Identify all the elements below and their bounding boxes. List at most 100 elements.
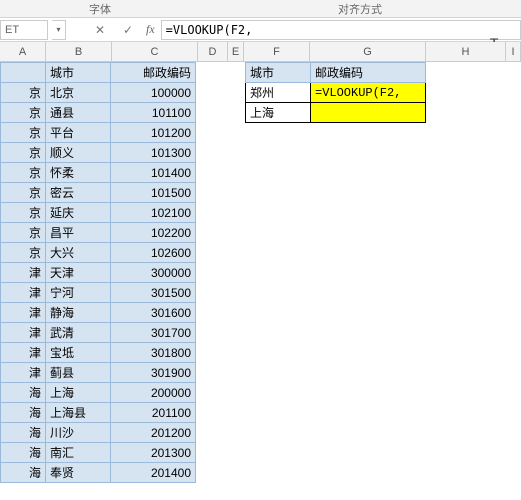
cell-province[interactable]: 京 bbox=[1, 203, 46, 223]
table-row[interactable]: 津宝坻301800 bbox=[1, 343, 196, 363]
lookup-result[interactable]: =VLOOKUP(F2, bbox=[311, 83, 426, 103]
cell-province[interactable]: 津 bbox=[1, 263, 46, 283]
cell-city[interactable]: 延庆 bbox=[46, 203, 111, 223]
cell-province[interactable]: 津 bbox=[1, 303, 46, 323]
table-row[interactable]: 津静海301600 bbox=[1, 303, 196, 323]
cell-city[interactable]: 平台 bbox=[46, 123, 111, 143]
cell-city[interactable]: 北京 bbox=[46, 83, 111, 103]
table-row[interactable]: 京平台101200 bbox=[1, 123, 196, 143]
table-row[interactable]: 海上海县201100 bbox=[1, 403, 196, 423]
cell-province[interactable]: 京 bbox=[1, 163, 46, 183]
cancel-formula-button[interactable]: ✕ bbox=[88, 20, 112, 40]
cell-city[interactable]: 川沙 bbox=[46, 423, 111, 443]
table-row[interactable]: 海奉贤201400 bbox=[1, 463, 196, 483]
table-row[interactable]: 京密云101500 bbox=[1, 183, 196, 203]
col-header-F[interactable]: F bbox=[244, 42, 310, 61]
table-row[interactable]: 京大兴102600 bbox=[1, 243, 196, 263]
cell-postal[interactable]: 101400 bbox=[111, 163, 196, 183]
cell-city[interactable]: 蓟县 bbox=[46, 363, 111, 383]
cell-postal[interactable]: 301700 bbox=[111, 323, 196, 343]
table-row[interactable]: 京北京100000 bbox=[1, 83, 196, 103]
cell-postal[interactable]: 100000 bbox=[111, 83, 196, 103]
cell-province[interactable]: 京 bbox=[1, 83, 46, 103]
cell-postal[interactable]: 201300 bbox=[111, 443, 196, 463]
cell-postal[interactable]: 102200 bbox=[111, 223, 196, 243]
cell-province[interactable]: 京 bbox=[1, 223, 46, 243]
cell-postal[interactable]: 201100 bbox=[111, 403, 196, 423]
lookup-city[interactable]: 郑州 bbox=[246, 83, 311, 103]
table-row[interactable]: 京通县101100 bbox=[1, 103, 196, 123]
cell-province[interactable]: 津 bbox=[1, 323, 46, 343]
cell-postal[interactable]: 101300 bbox=[111, 143, 196, 163]
name-box-dropdown[interactable]: ▾ bbox=[52, 20, 66, 40]
col-header-E[interactable]: E bbox=[228, 42, 244, 61]
name-box[interactable]: ET bbox=[0, 20, 48, 40]
cell-province[interactable]: 津 bbox=[1, 283, 46, 303]
cell-postal[interactable]: 101500 bbox=[111, 183, 196, 203]
cell-postal[interactable]: 102100 bbox=[111, 203, 196, 223]
table-row[interactable]: 津蓟县301900 bbox=[1, 363, 196, 383]
cell-province[interactable]: 海 bbox=[1, 383, 46, 403]
cell-province[interactable]: 京 bbox=[1, 103, 46, 123]
cell-postal[interactable]: 300000 bbox=[111, 263, 196, 283]
cell-city[interactable]: 通县 bbox=[46, 103, 111, 123]
cell-postal[interactable]: 301600 bbox=[111, 303, 196, 323]
table-row[interactable]: 海川沙201200 bbox=[1, 423, 196, 443]
col-header-A[interactable]: A bbox=[0, 42, 46, 61]
lookup-row[interactable]: 上海 bbox=[246, 103, 426, 123]
table-row[interactable]: 京怀柔101400 bbox=[1, 163, 196, 183]
cell-province[interactable]: 海 bbox=[1, 463, 46, 483]
cell-province[interactable]: 京 bbox=[1, 123, 46, 143]
spreadsheet-grid[interactable]: A B C D E F G H I 城市 邮政编码 京北京100000京通县10… bbox=[0, 42, 521, 483]
cell-province[interactable]: 京 bbox=[1, 183, 46, 203]
col-header-G[interactable]: G bbox=[310, 42, 426, 61]
cell-city[interactable]: 宁河 bbox=[46, 283, 111, 303]
table-row[interactable]: 海南汇201300 bbox=[1, 443, 196, 463]
cell-postal[interactable]: 200000 bbox=[111, 383, 196, 403]
table-row[interactable]: 京昌平102200 bbox=[1, 223, 196, 243]
table-row[interactable]: 津武清301700 bbox=[1, 323, 196, 343]
table-row[interactable]: 京延庆102100 bbox=[1, 203, 196, 223]
col-header-C[interactable]: C bbox=[112, 42, 198, 61]
table-row[interactable]: 京顺义101300 bbox=[1, 143, 196, 163]
col-header-H[interactable]: H bbox=[426, 42, 506, 61]
cell-city[interactable]: 昌平 bbox=[46, 223, 111, 243]
formula-input[interactable]: =VLOOKUP(F2, bbox=[161, 20, 521, 40]
cell-postal[interactable]: 101200 bbox=[111, 123, 196, 143]
col-header-I[interactable]: I bbox=[506, 42, 521, 61]
cell-postal[interactable]: 201400 bbox=[111, 463, 196, 483]
cell-province[interactable]: 海 bbox=[1, 403, 46, 423]
fx-label[interactable]: fx bbox=[146, 22, 155, 37]
table-row[interactable]: 海上海200000 bbox=[1, 383, 196, 403]
cell-city[interactable]: 武清 bbox=[46, 323, 111, 343]
lookup-row[interactable]: 郑州=VLOOKUP(F2, bbox=[246, 83, 426, 103]
col-header-D[interactable]: D bbox=[198, 42, 228, 61]
cell-city[interactable]: 静海 bbox=[46, 303, 111, 323]
cell-city[interactable]: 南汇 bbox=[46, 443, 111, 463]
table-row[interactable]: 津天津300000 bbox=[1, 263, 196, 283]
cell-postal[interactable]: 201200 bbox=[111, 423, 196, 443]
col-header-B[interactable]: B bbox=[46, 42, 112, 61]
cell-postal[interactable]: 101100 bbox=[111, 103, 196, 123]
cell-city[interactable]: 怀柔 bbox=[46, 163, 111, 183]
cell-city[interactable]: 上海 bbox=[46, 383, 111, 403]
cell-city[interactable]: 上海县 bbox=[46, 403, 111, 423]
cell-city[interactable]: 天津 bbox=[46, 263, 111, 283]
cell-city[interactable]: 宝坻 bbox=[46, 343, 111, 363]
cell-city[interactable]: 顺义 bbox=[46, 143, 111, 163]
cell-province[interactable]: 京 bbox=[1, 143, 46, 163]
table-row[interactable]: 津宁河301500 bbox=[1, 283, 196, 303]
cell-province[interactable]: 津 bbox=[1, 343, 46, 363]
cell-postal[interactable]: 102600 bbox=[111, 243, 196, 263]
lookup-result[interactable] bbox=[311, 103, 426, 123]
cell-postal[interactable]: 301500 bbox=[111, 283, 196, 303]
cell-city[interactable]: 密云 bbox=[46, 183, 111, 203]
cell-postal[interactable]: 301800 bbox=[111, 343, 196, 363]
lookup-city[interactable]: 上海 bbox=[246, 103, 311, 123]
cell-postal[interactable]: 301900 bbox=[111, 363, 196, 383]
cell-province[interactable]: 京 bbox=[1, 243, 46, 263]
cell-province[interactable]: 津 bbox=[1, 363, 46, 383]
confirm-formula-button[interactable]: ✓ bbox=[116, 20, 140, 40]
cell-province[interactable]: 海 bbox=[1, 423, 46, 443]
cell-province[interactable]: 海 bbox=[1, 443, 46, 463]
